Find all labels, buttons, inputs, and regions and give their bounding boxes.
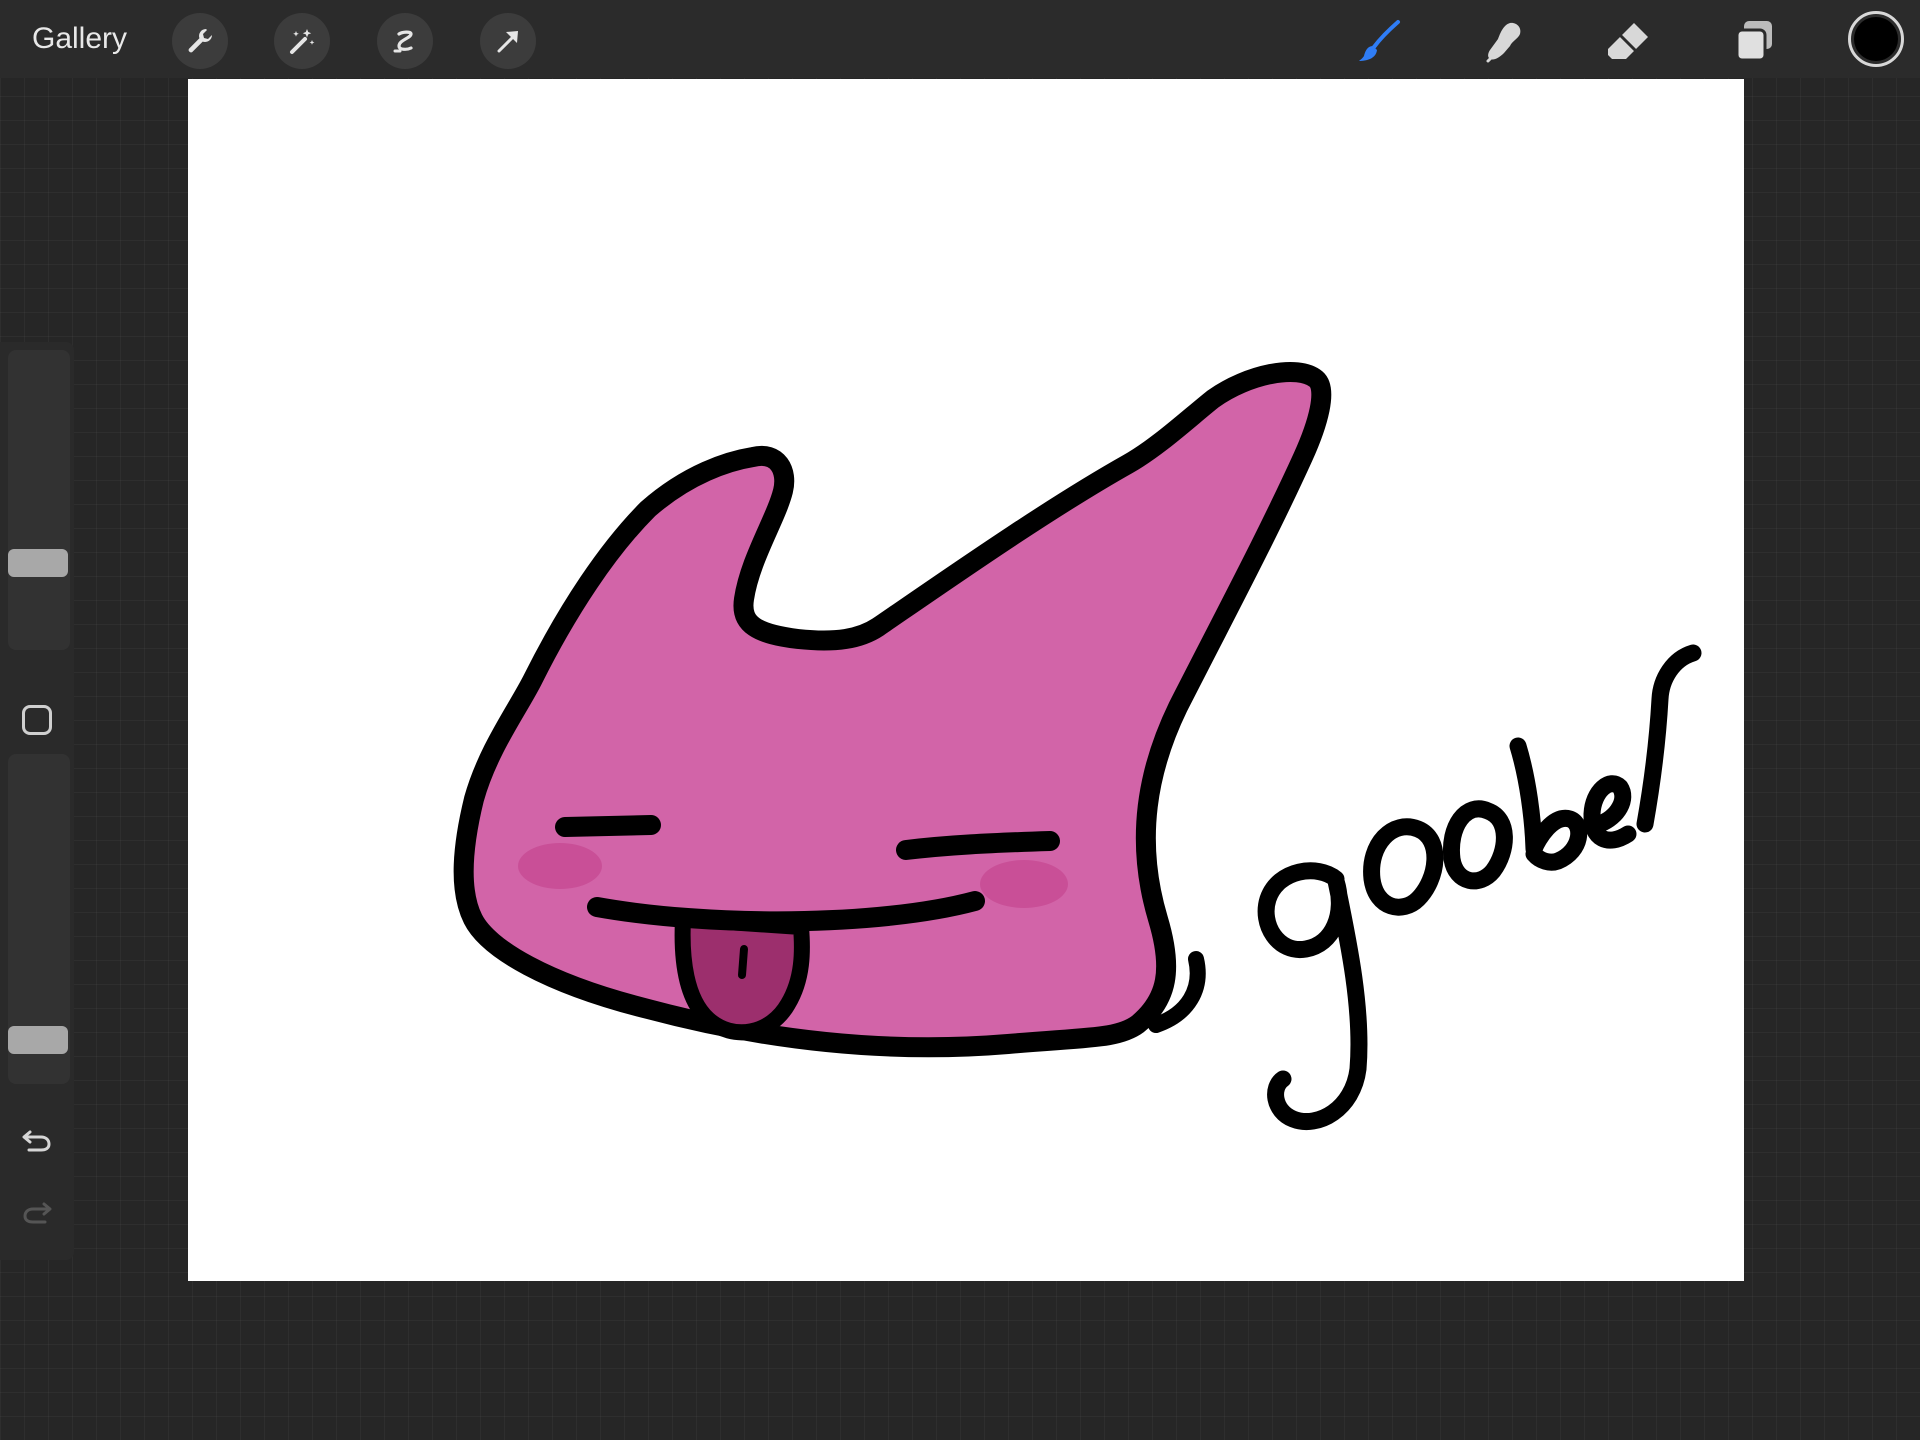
undo-icon [22, 1130, 51, 1152]
right-eye [896, 831, 1060, 860]
magic-wand-icon [290, 29, 315, 54]
adjustments-button[interactable] [274, 13, 330, 69]
left-eye [555, 815, 661, 837]
brush-size-thumb[interactable] [8, 549, 68, 577]
current-color-swatch [1854, 17, 1898, 61]
tongue-line [738, 945, 748, 979]
handwritten-goober [1257, 644, 1702, 1131]
wrench-icon [188, 29, 212, 53]
color-picker-button[interactable] [1848, 11, 1904, 67]
selection-s-icon [393, 30, 413, 53]
gallery-button[interactable]: Gallery [32, 19, 127, 59]
smudge-tool-button[interactable] [1478, 15, 1530, 67]
eraser-tool-button[interactable] [1602, 15, 1654, 67]
transform-button[interactable] [480, 13, 536, 69]
brush-tool-button[interactable] [1354, 15, 1406, 67]
layers-icon [1735, 21, 1772, 62]
selection-button[interactable] [377, 13, 433, 69]
modify-button[interactable] [22, 705, 52, 735]
layers-button[interactable] [1728, 15, 1780, 67]
brush-opacity-slider[interactable] [8, 754, 70, 1084]
brush-size-slider[interactable] [8, 350, 70, 650]
eraser-icon [1608, 23, 1648, 59]
transform-arrow-icon [497, 31, 518, 53]
left-sidebar [0, 342, 74, 1260]
procreate-app: Gallery [0, 0, 1920, 1440]
top-toolbar: Gallery [0, 0, 1920, 78]
brush-opacity-thumb[interactable] [8, 1026, 68, 1054]
actions-button[interactable] [172, 13, 228, 69]
redo-icon [23, 1202, 52, 1224]
artwork [453, 362, 1702, 1131]
right-blush [980, 860, 1068, 908]
left-blush [518, 843, 602, 889]
redo-button[interactable] [19, 1194, 55, 1230]
undo-button[interactable] [19, 1122, 55, 1158]
drawing-canvas[interactable] [188, 79, 1744, 1281]
creature-body [453, 362, 1332, 1058]
brush-icon [1359, 20, 1400, 61]
smudge-finger-icon [1486, 22, 1521, 63]
